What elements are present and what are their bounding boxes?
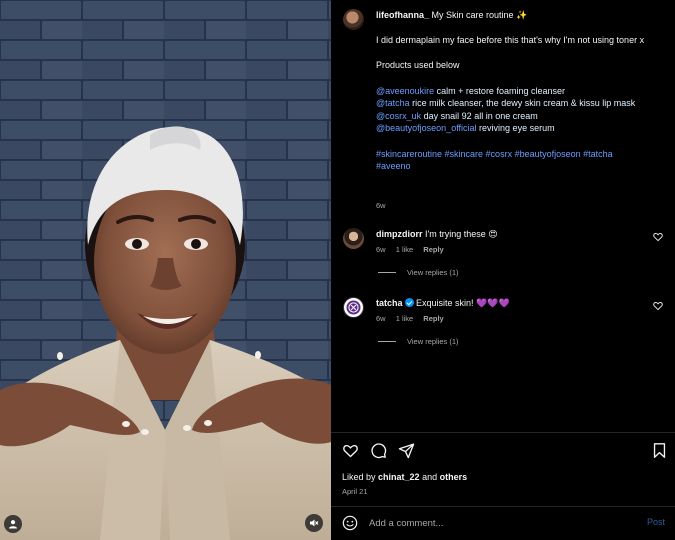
mention-link[interactable]: @tatcha — [376, 98, 410, 108]
caption-line: Products used below — [376, 60, 460, 71]
replies-line — [378, 272, 396, 273]
commenter-username[interactable]: tatcha — [376, 298, 403, 308]
hashtag-links[interactable]: #aveeno — [376, 161, 411, 171]
comment-meta: 6w 1 like Reply — [376, 314, 452, 323]
product-item: @aveenoukire calm + restore foaming clea… — [376, 85, 565, 96]
product-item: @cosrx_uk day snail 92 all in one cream — [376, 110, 538, 121]
comment-text: Exquisite skin! 💜💜💜 — [416, 298, 510, 308]
save-button[interactable] — [651, 442, 668, 459]
comment-button[interactable] — [370, 442, 387, 459]
divider — [331, 506, 675, 507]
add-comment-bar: Post — [342, 515, 668, 533]
reply-button[interactable]: Reply — [423, 314, 443, 323]
speaker-muted-icon — [310, 519, 319, 527]
likes-others-link[interactable]: others — [440, 472, 468, 482]
post-time-ago[interactable]: 6w — [376, 201, 386, 210]
commenter-avatar[interactable] — [343, 297, 364, 318]
comment-bubble-icon — [371, 443, 387, 459]
mention-link[interactable]: @cosrx_uk — [376, 111, 421, 121]
smiley-icon[interactable] — [342, 515, 358, 531]
liker-username[interactable]: chinat_22 — [378, 472, 420, 482]
caption-line: I did dermaplain my face before this tha… — [376, 35, 645, 46]
reply-button[interactable]: Reply — [423, 245, 443, 254]
tatcha-logo-icon — [346, 300, 361, 315]
heart-icon[interactable] — [653, 301, 663, 311]
comment-body: dimpzdiorr I'm trying these 😍 — [376, 228, 646, 240]
video-frame — [0, 0, 331, 540]
caption-title: My Skin care routine ✨ — [431, 10, 528, 20]
paper-plane-icon — [398, 443, 415, 459]
tagged-users-button[interactable] — [4, 515, 22, 533]
hashtags: #skincareroutine #skincare #cosrx #beaut… — [376, 148, 668, 173]
comment-time[interactable]: 6w — [376, 245, 386, 254]
share-button[interactable] — [398, 442, 415, 459]
comment-likes[interactable]: 1 like — [396, 314, 414, 323]
product-item: @beautyofjoseon_official reviving eye se… — [376, 123, 555, 134]
comment-time[interactable]: 6w — [376, 314, 386, 323]
comment-likes[interactable]: 1 like — [396, 245, 414, 254]
comments-panel: lifeofhanna_ My Skin care routine ✨ I di… — [331, 0, 675, 540]
view-replies-button[interactable]: View replies (1) — [378, 337, 459, 346]
likes-summary: Liked by chinat_22 and others — [342, 472, 468, 482]
post-caption: lifeofhanna_ My Skin care routine ✨ I di… — [376, 9, 668, 185]
post-actions — [342, 442, 668, 462]
post-comment-button[interactable]: Post — [647, 517, 665, 527]
heart-icon — [343, 444, 358, 458]
author-username[interactable]: lifeofhanna_ — [376, 10, 429, 20]
divider — [331, 432, 675, 433]
mention-link[interactable]: @aveenoukire — [376, 86, 434, 96]
instagram-post-view: lifeofhanna_ My Skin care routine ✨ I di… — [0, 0, 675, 540]
comment-body: tatcha Exquisite skin! 💜💜💜 — [376, 297, 646, 309]
mute-button[interactable] — [305, 514, 323, 532]
post-video[interactable] — [0, 0, 331, 540]
verified-badge-icon — [404, 298, 414, 307]
bookmark-icon — [653, 443, 666, 458]
like-button[interactable] — [342, 442, 359, 459]
heart-icon[interactable] — [653, 232, 663, 242]
mention-link[interactable]: @beautyofjoseon_official — [376, 123, 477, 133]
commenter-avatar[interactable] — [343, 228, 364, 249]
comment-text: I'm trying these 😍 — [425, 229, 498, 239]
author-avatar[interactable] — [343, 9, 364, 30]
product-list: @aveenoukire calm + restore foaming clea… — [376, 85, 668, 135]
user-icon — [9, 520, 17, 529]
replies-line — [378, 341, 396, 342]
product-item: @tatcha rice milk cleanser, the dewy ski… — [376, 98, 636, 109]
hashtag-links[interactable]: #skincareroutine #skincare #cosrx #beaut… — [376, 149, 613, 159]
comment-meta: 6w 1 like Reply — [376, 245, 452, 254]
view-replies-button[interactable]: View replies (1) — [378, 268, 459, 277]
post-date[interactable]: April 21 — [342, 487, 367, 496]
comment-input[interactable] — [369, 515, 629, 531]
commenter-username[interactable]: dimpzdiorr — [376, 229, 423, 239]
